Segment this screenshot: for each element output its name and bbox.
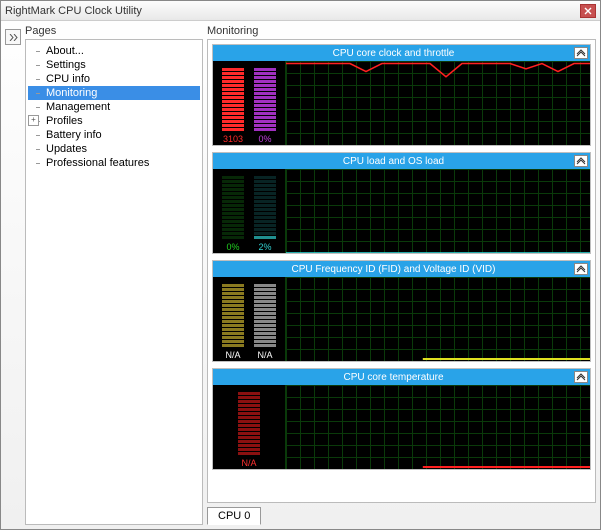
monitoring-heading: Monitoring — [207, 25, 596, 37]
sidebar-item-updates[interactable]: Updates — [28, 142, 200, 156]
chevron-up-icon — [576, 265, 586, 273]
meters: N/A N/A — [213, 277, 285, 361]
panel-title: CPU core temperature — [213, 372, 574, 383]
sidebar-item-settings[interactable]: Settings — [28, 58, 200, 72]
meters: 0% 2% — [213, 169, 285, 253]
sidebar-toggle[interactable] — [5, 29, 21, 45]
meter-bars — [222, 281, 244, 349]
meter: N/A — [219, 281, 247, 361]
monitoring-panel: Monitoring CPU core clock and throttle 31… — [207, 25, 596, 525]
meter-value: 0% — [258, 134, 271, 145]
chevron-up-icon — [576, 373, 586, 381]
panel-collapse-button[interactable] — [574, 371, 588, 383]
sidebar-item-about-[interactable]: About... — [28, 44, 200, 58]
panel-header: CPU Frequency ID (FID) and Voltage ID (V… — [213, 261, 590, 277]
meter-bars — [222, 65, 244, 133]
panel-header: CPU core temperature — [213, 369, 590, 385]
window-title: RightMark CPU Clock Utility — [5, 5, 580, 17]
meters: 3103 0% — [213, 61, 285, 145]
chevron-right-icon — [9, 34, 18, 41]
chevron-up-icon — [576, 157, 586, 165]
pages-tree[interactable]: About...SettingsCPU infoMonitoringManage… — [25, 39, 203, 525]
monitoring-panels: CPU core clock and throttle31030%CPU loa… — [207, 39, 596, 503]
meter: 2% — [251, 173, 279, 253]
meter-value: N/A — [225, 350, 240, 361]
meter-value: 0% — [226, 242, 239, 253]
panel-body: 0% 2% — [213, 169, 590, 253]
panel-title: CPU load and OS load — [213, 156, 574, 167]
window-body: Pages About...SettingsCPU infoMonitoring… — [1, 21, 600, 529]
monitor-panel: CPU Frequency ID (FID) and Voltage ID (V… — [212, 260, 591, 362]
panel-body: N/A N/A — [213, 277, 590, 361]
cpu-tabs: CPU 0 — [207, 507, 596, 525]
meter: 0% — [251, 65, 279, 145]
panel-collapse-button[interactable] — [574, 155, 588, 167]
panel-collapse-button[interactable] — [574, 263, 588, 275]
monitor-panel: CPU load and OS load 0% 2% — [212, 152, 591, 254]
sidebar-item-management[interactable]: Management — [28, 100, 200, 114]
sidebar-item-profiles[interactable]: Profiles — [28, 114, 200, 128]
close-button[interactable] — [580, 4, 596, 18]
meter: 0% — [219, 173, 247, 253]
cpu-tab[interactable]: CPU 0 — [207, 507, 261, 525]
meter-value: 3103 — [223, 134, 243, 145]
monitor-panel: CPU core clock and throttle 3103 0% — [212, 44, 591, 146]
meter: N/A — [251, 281, 279, 361]
meter: 3103 — [219, 65, 247, 145]
panel-header: CPU core clock and throttle — [213, 45, 590, 61]
meter-bars — [254, 281, 276, 349]
meter-bars — [238, 389, 260, 457]
panel-body: N/A — [213, 385, 590, 469]
sidebar-item-battery-info[interactable]: Battery info — [28, 128, 200, 142]
meter-value: 2% — [258, 242, 271, 253]
meter-bars — [254, 65, 276, 133]
graph — [285, 385, 590, 469]
pages-heading: Pages — [25, 25, 203, 37]
meter: N/A — [219, 389, 279, 469]
graph — [285, 277, 590, 361]
panel-title: CPU core clock and throttle — [213, 48, 574, 59]
monitor-panel: CPU core temperature N/A — [212, 368, 591, 470]
panel-title: CPU Frequency ID (FID) and Voltage ID (V… — [213, 264, 574, 275]
titlebar: RightMark CPU Clock Utility — [1, 1, 600, 21]
meter-bars — [254, 173, 276, 241]
panel-collapse-button[interactable] — [574, 47, 588, 59]
graph — [285, 61, 590, 145]
close-icon — [584, 7, 592, 15]
panel-header: CPU load and OS load — [213, 153, 590, 169]
panel-body: 3103 0% — [213, 61, 590, 145]
sidebar-item-cpu-info[interactable]: CPU info — [28, 72, 200, 86]
app-window: RightMark CPU Clock Utility Pages About.… — [0, 0, 601, 530]
chevron-up-icon — [576, 49, 586, 57]
sidebar-item-professional-features[interactable]: Professional features — [28, 156, 200, 170]
meter-value: N/A — [241, 458, 256, 469]
meter-value: N/A — [257, 350, 272, 361]
graph — [285, 169, 590, 253]
sidebar-item-monitoring[interactable]: Monitoring — [28, 86, 200, 100]
meter-bars — [222, 173, 244, 241]
meters: N/A — [213, 385, 285, 469]
pages-panel: Pages About...SettingsCPU infoMonitoring… — [25, 25, 203, 525]
